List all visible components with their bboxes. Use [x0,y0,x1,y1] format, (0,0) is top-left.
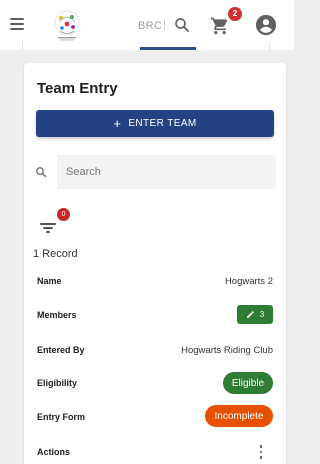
record-count: 1 Record [33,248,78,260]
enter-team-label: ENTER TEAM [128,118,197,129]
pencil-icon [246,311,254,318]
club-logo[interactable] [50,8,84,42]
entry-form-label: Entry Form [37,412,86,422]
hamburger-menu-icon[interactable] [10,18,24,30]
members-label: Members [37,310,77,320]
shopping-cart-icon[interactable] [210,16,230,36]
account-circle-icon[interactable] [255,14,277,36]
plus-icon: + [113,116,122,131]
more-vert-icon[interactable] [258,445,264,459]
brand-label: BRC [138,20,166,32]
eligibility-status-badge: Eligible [223,372,273,394]
active-tab-indicator [140,47,196,50]
edit-members-button[interactable]: 3 [237,305,273,324]
entered-by-label: Entered By [37,345,85,355]
search-input[interactable] [57,155,276,189]
search-icon [36,167,47,178]
cart-count-badge: 2 [228,7,242,21]
actions-label: Actions [37,447,71,457]
search-icon[interactable] [173,16,191,34]
filter-count-badge: 0 [57,208,70,221]
filter-icon[interactable] [40,222,56,234]
entered-by-value: Hogwarts Riding Club [181,345,273,356]
entry-form-status-button[interactable]: Incomplete [205,405,273,427]
eligibility-label: Eligibility [37,378,78,388]
page-title: Team Entry [37,80,118,97]
name-label: Name [37,276,62,286]
team-name-value: Hogwarts 2 [224,276,273,287]
members-count: 3 [259,310,265,319]
search-bar [30,155,276,189]
enter-team-button[interactable]: + ENTER TEAM [36,110,274,137]
